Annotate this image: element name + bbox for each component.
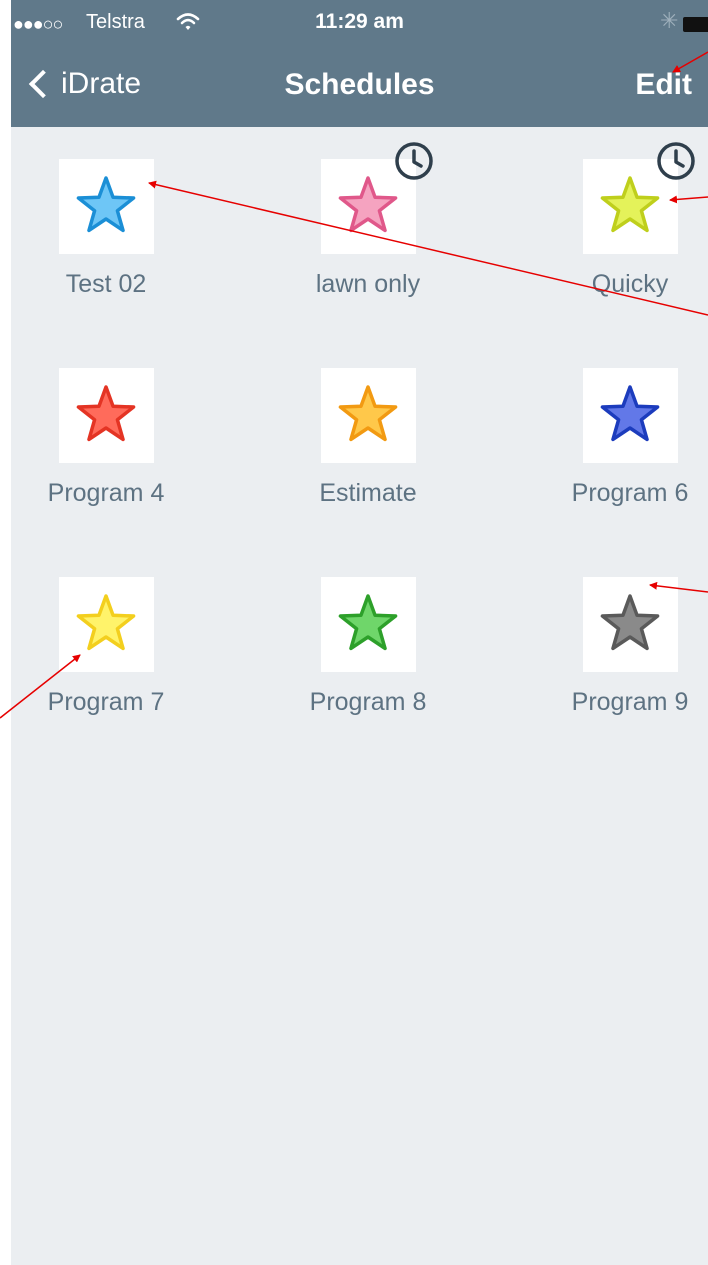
schedule-icon-box xyxy=(58,159,154,254)
schedule-icon-box xyxy=(320,142,433,254)
schedule-icon-box xyxy=(582,368,678,463)
star-icon xyxy=(338,176,397,233)
star-icon xyxy=(600,385,659,442)
schedule-icon-box xyxy=(58,368,154,463)
star-icon xyxy=(338,594,397,651)
schedule-label: Estimate xyxy=(319,479,417,507)
schedule-label: Test 02 xyxy=(65,270,147,298)
schedule-icon-box xyxy=(582,142,695,254)
schedule-tile[interactable]: Program 7 xyxy=(11,577,206,717)
star-icon xyxy=(76,176,135,233)
phone-screen: ●●●○○ Telstra 11:29 am ✳ iDrate Schedule… xyxy=(11,0,708,1265)
schedule-tile[interactable]: Program 6 xyxy=(530,368,708,508)
schedule-tile[interactable]: Program 4 xyxy=(11,368,206,508)
schedule-icon-box xyxy=(582,577,678,672)
status-time: 11:29 am xyxy=(315,10,404,33)
schedule-tile[interactable]: lawn only xyxy=(268,142,468,299)
star-icon xyxy=(600,594,659,651)
schedule-tile[interactable]: Quicky xyxy=(530,142,708,299)
star-icon xyxy=(76,385,135,442)
star-icon xyxy=(338,385,397,442)
star-icon xyxy=(76,594,135,651)
status-bar: ●●●○○ Telstra 11:29 am ✳ xyxy=(11,0,708,46)
navigation-bar: iDrate Schedules Edit xyxy=(11,46,708,127)
schedule-tile[interactable]: Test 02 xyxy=(11,159,206,299)
header: ●●●○○ Telstra 11:29 am ✳ iDrate Schedule… xyxy=(11,0,708,127)
clock-icon xyxy=(394,142,433,180)
bluetooth-icon: ✳ xyxy=(660,8,679,33)
schedule-label: Program 4 xyxy=(47,479,165,507)
schedule-tile[interactable]: Estimate xyxy=(268,368,468,508)
schedule-icon-box xyxy=(320,368,416,463)
clock-icon xyxy=(656,142,695,180)
schedule-icon-box xyxy=(320,577,416,672)
schedule-label: Quicky xyxy=(591,270,669,298)
schedule-tile[interactable]: Program 9 xyxy=(530,577,708,717)
page-title: Schedules xyxy=(284,68,435,101)
schedule-label: Program 7 xyxy=(47,688,165,716)
schedule-label: Program 9 xyxy=(571,688,689,716)
edit-button[interactable]: Edit xyxy=(635,68,692,102)
schedule-label: Program 8 xyxy=(309,688,427,716)
schedule-icon-box xyxy=(58,577,154,672)
schedule-label: lawn only xyxy=(315,270,421,298)
star-icon xyxy=(600,176,659,233)
battery-icon xyxy=(683,17,708,32)
schedule-label: Program 6 xyxy=(571,479,689,507)
schedule-tile[interactable]: Program 8 xyxy=(268,577,468,717)
